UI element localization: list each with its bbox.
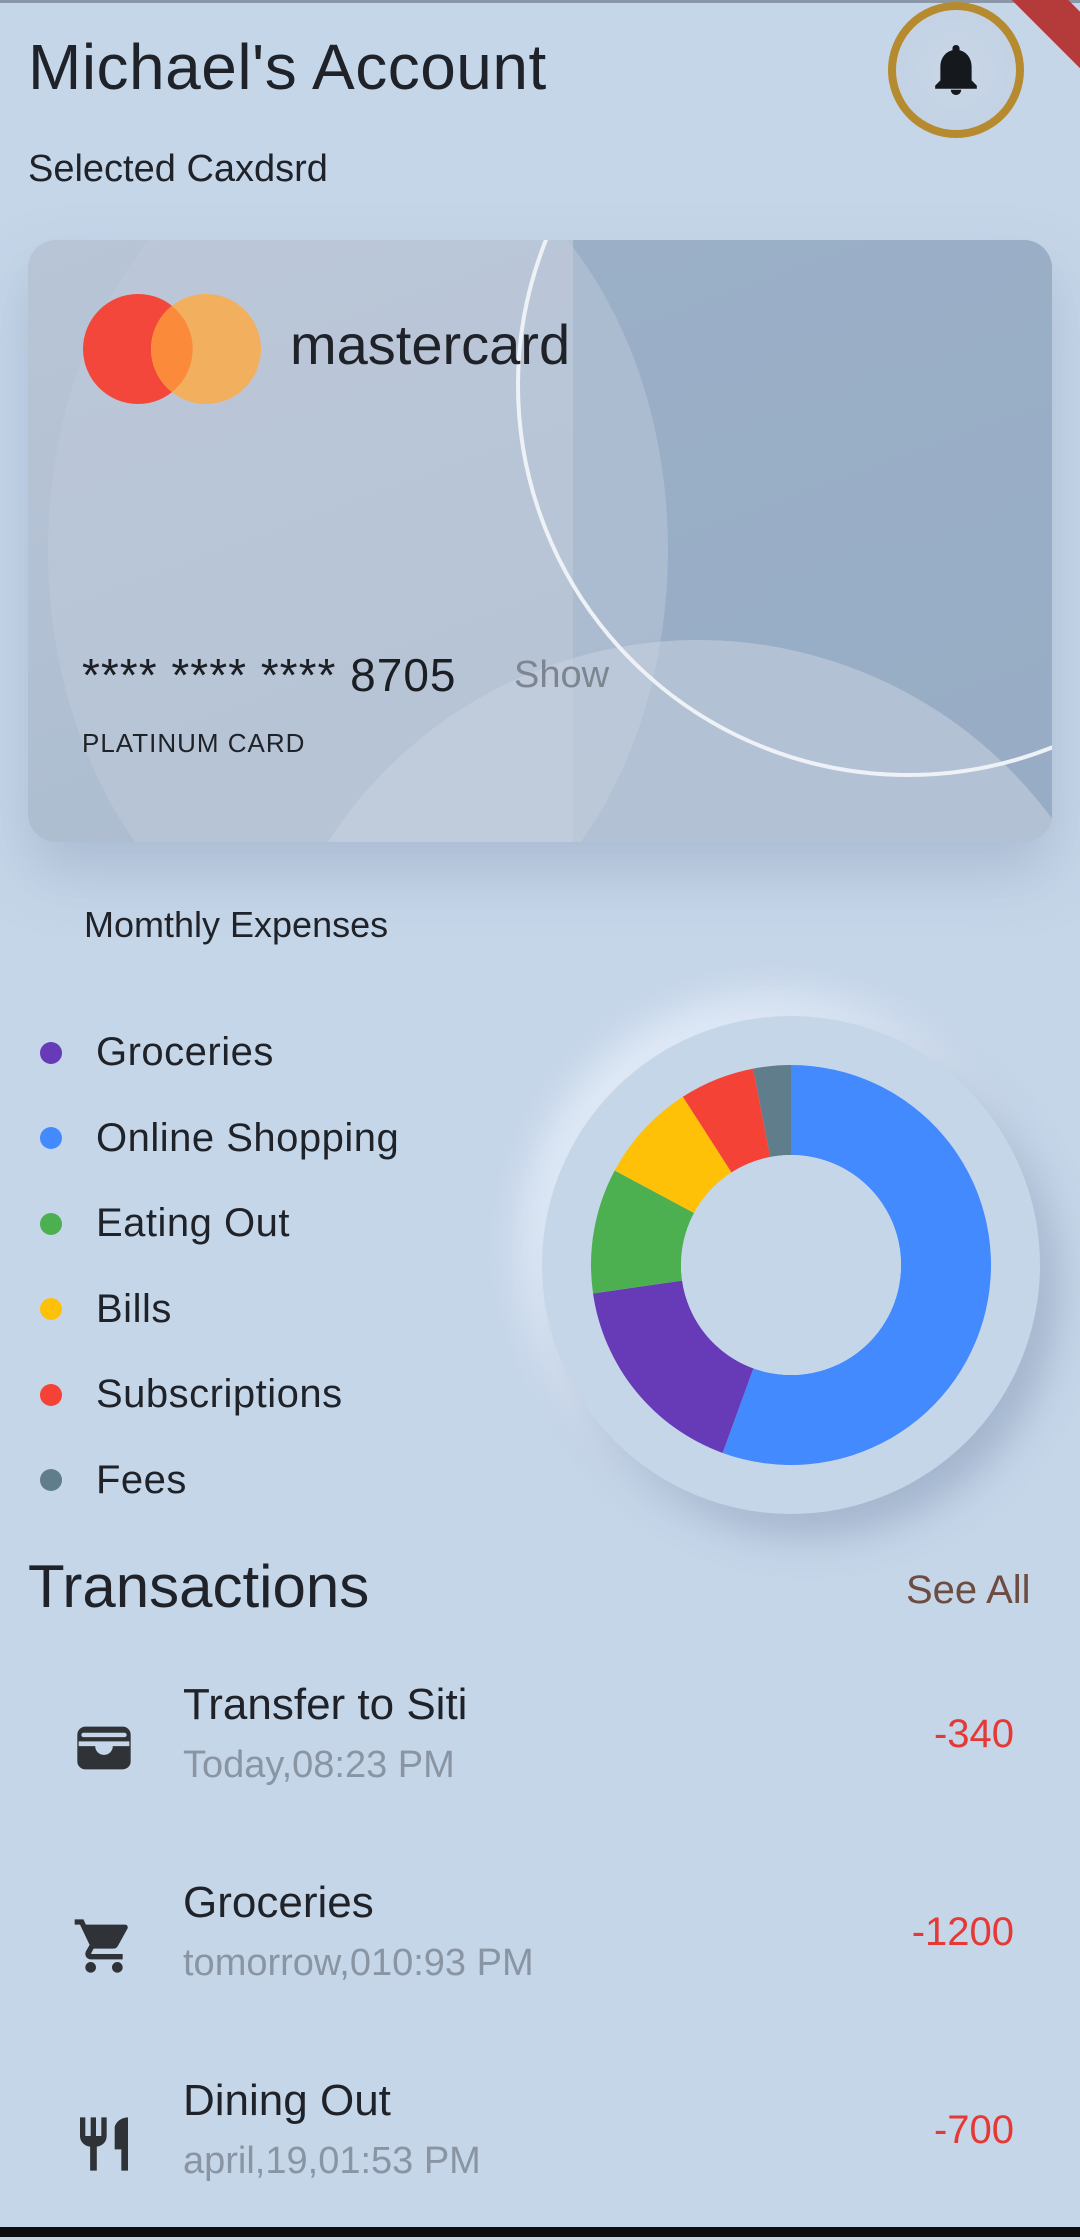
donut-svg	[591, 1065, 991, 1465]
transaction-date: tomorrow,010:93 PM	[183, 1942, 534, 1984]
legend-dot	[40, 1469, 62, 1492]
legend-item-subscriptions: Subscriptions	[40, 1352, 399, 1438]
transaction-row[interactable]: Groceries tomorrow,010:93 PM -1200	[0, 1872, 1080, 2042]
card-number: **** **** **** 8705	[82, 649, 457, 701]
see-all-link[interactable]: See All	[906, 1568, 1031, 1613]
transaction-name: Transfer to Siti	[183, 1680, 468, 1729]
transaction-row[interactable]: Dining Out april,19,01:53 PM -700	[0, 2070, 1080, 2240]
legend-label: Bills	[96, 1286, 172, 1331]
page-subtitle: Selected Caxdsrd	[28, 148, 328, 190]
legend-item-bills: Bills	[40, 1267, 399, 1353]
legend-dot	[40, 1127, 62, 1150]
wallet-icon	[77, 1726, 131, 1770]
legend-label: Fees	[96, 1457, 187, 1502]
bottom-bar	[0, 2227, 1080, 2237]
expenses-donut-chart[interactable]	[542, 1016, 1040, 1514]
cart-icon	[74, 1919, 128, 1973]
legend-item-eating-out: Eating Out	[40, 1181, 399, 1267]
expenses-title: Momthly Expenses	[84, 904, 389, 945]
legend-label: Online Shopping	[96, 1115, 400, 1160]
legend-item-groceries: Groceries	[40, 1010, 399, 1096]
legend-label: Subscriptions	[96, 1372, 343, 1417]
transaction-date: Today,08:23 PM	[183, 1744, 455, 1786]
show-number-button[interactable]: Show	[514, 654, 609, 697]
transaction-date: april,19,01:53 PM	[183, 2140, 481, 2182]
card-brand: mastercard	[290, 313, 571, 376]
legend-label: Eating Out	[96, 1201, 291, 1246]
transaction-name: Dining Out	[183, 2076, 391, 2125]
legend-label: Groceries	[96, 1030, 274, 1075]
legend-item-fees: Fees	[40, 1438, 399, 1524]
notification-button[interactable]	[888, 2, 1024, 138]
legend-dot	[40, 1383, 62, 1406]
expenses-legend: Groceries Online Shopping Eating Out Bil…	[40, 1010, 399, 1523]
transaction-amount: -700	[933, 2108, 1014, 2152]
bell-icon	[935, 45, 977, 95]
transactions-title: Transactions	[28, 1553, 370, 1620]
top-border	[0, 0, 1080, 3]
legend-dot	[40, 1041, 62, 1064]
mastercard-logo	[83, 294, 261, 404]
credit-card[interactable]: mastercard **** **** **** 8705 Show PLAT…	[28, 240, 1052, 842]
card-type-label: PLATINUM CARD	[82, 728, 306, 758]
legend-item-online-shopping: Online Shopping	[40, 1096, 399, 1182]
transaction-name: Groceries	[183, 1878, 374, 1927]
transaction-amount: -340	[933, 1712, 1014, 1756]
legend-dot	[40, 1212, 62, 1235]
page-title: Michael's Account	[28, 31, 547, 103]
transaction-amount: -1200	[911, 1910, 1014, 1954]
restaurant-icon	[80, 2117, 128, 2171]
donut-hole	[681, 1155, 901, 1375]
legend-dot	[40, 1298, 62, 1321]
transaction-row[interactable]: Transfer to Siti Today,08:23 PM -340	[0, 1674, 1080, 1844]
